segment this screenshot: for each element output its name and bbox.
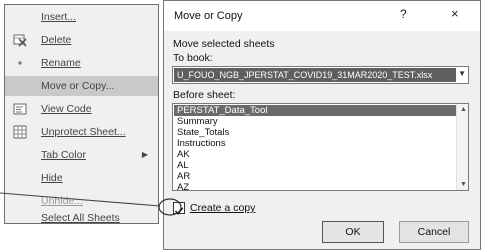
menu-item-delete-label: Delete <box>41 34 72 46</box>
menu-item-view-code[interactable]: View Code <box>5 99 158 119</box>
view-code-icon <box>13 102 27 116</box>
unprotect-sheet-icon <box>13 125 27 139</box>
before-sheet-list[interactable]: PERSTAT_Data_Tool Summary State_Totals I… <box>172 103 469 191</box>
list-item[interactable]: AK <box>174 149 456 160</box>
to-book-label: To book: <box>173 52 213 64</box>
menu-item-rename-label: Rename <box>41 57 81 69</box>
menu-item-hide[interactable]: Hide <box>5 168 158 188</box>
ok-button[interactable]: OK <box>322 221 384 243</box>
menu-item-unprotect-sheet[interactable]: Unprotect Sheet... <box>5 122 158 142</box>
menu-item-move-or-copy-label: Move or Copy... <box>41 80 115 92</box>
submenu-arrow-icon: ▶ <box>141 150 148 159</box>
list-item[interactable]: State_Totals <box>174 127 456 138</box>
create-copy-checkbox[interactable] <box>173 202 185 215</box>
dialog-title: Move or Copy <box>174 10 243 22</box>
menu-item-insert[interactable]: Insert... <box>5 7 158 27</box>
sheet-tab-context-menu: Insert... Delete Rename Move or Copy... <box>4 4 159 224</box>
menu-item-delete[interactable]: Delete <box>5 30 158 50</box>
menu-item-unhide: Unhide... <box>5 191 158 211</box>
help-button[interactable]: ? <box>400 7 407 21</box>
list-item[interactable]: AL <box>174 160 456 171</box>
menu-item-unprotect-sheet-label: Unprotect Sheet... <box>41 126 126 138</box>
list-item[interactable]: Instructions <box>174 138 456 149</box>
cancel-button[interactable]: Cancel <box>399 221 469 243</box>
menu-item-rename[interactable]: Rename <box>5 53 158 73</box>
list-item[interactable]: AZ <box>174 182 456 190</box>
list-item[interactable]: PERSTAT_Data_Tool <box>174 105 456 116</box>
rename-icon <box>13 56 27 70</box>
menu-item-tab-color[interactable]: Tab Color ▶ <box>5 145 158 165</box>
list-item[interactable]: Summary <box>174 116 456 127</box>
to-book-dropdown[interactable]: U_FOUO_NGB_JPERSTAT_COVID19_31MAR2020_TE… <box>172 66 469 84</box>
delete-sheet-icon <box>13 33 27 47</box>
menu-item-hide-label: Hide <box>41 172 63 184</box>
menu-item-move-or-copy[interactable]: Move or Copy... <box>5 76 158 96</box>
close-button[interactable]: × <box>451 6 459 21</box>
list-item[interactable]: AR <box>174 171 456 182</box>
checkmark-icon <box>174 207 184 215</box>
menu-item-select-all-sheets-label: Select All Sheets <box>41 212 120 224</box>
menu-item-view-code-label: View Code <box>41 103 92 115</box>
create-copy-label: Create a copy <box>190 202 256 214</box>
to-book-value: U_FOUO_NGB_JPERSTAT_COVID19_31MAR2020_TE… <box>174 68 456 82</box>
menu-item-insert-label: Insert... <box>41 11 77 23</box>
move-selected-label: Move selected sheets <box>173 38 275 50</box>
menu-item-select-all-sheets[interactable]: Select All Sheets <box>5 212 158 225</box>
scroll-up-icon[interactable]: ▲ <box>460 106 467 113</box>
list-scrollbar[interactable]: ▲ ▼ <box>456 104 468 190</box>
menu-item-unhide-label: Unhide... <box>41 195 84 207</box>
menu-item-tab-color-label: Tab Color <box>41 149 86 161</box>
chevron-down-icon[interactable]: ▼ <box>458 69 466 78</box>
dialog-titlebar: Move or Copy ? × <box>164 1 480 31</box>
scroll-down-icon[interactable]: ▼ <box>460 181 467 188</box>
before-sheet-label: Before sheet: <box>173 89 236 101</box>
move-or-copy-dialog: Move or Copy ? × Move selected sheets To… <box>163 0 481 250</box>
